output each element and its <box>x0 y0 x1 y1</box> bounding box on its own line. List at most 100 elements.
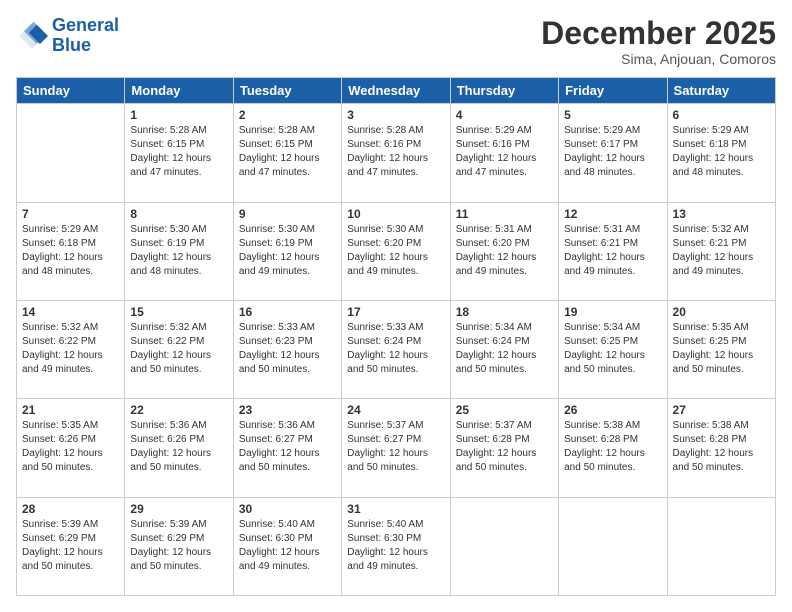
day-number: 9 <box>239 207 336 221</box>
table-row: 2Sunrise: 5:28 AMSunset: 6:15 PMDaylight… <box>233 104 341 202</box>
day-info-line: Daylight: 12 hours <box>347 350 428 361</box>
calendar-week-1: 1Sunrise: 5:28 AMSunset: 6:15 PMDaylight… <box>17 104 776 202</box>
day-info: Sunrise: 5:37 AMSunset: 6:27 PMDaylight:… <box>347 419 444 475</box>
day-info-line: Sunset: 6:24 PM <box>456 336 530 347</box>
table-row: 30Sunrise: 5:40 AMSunset: 6:30 PMDayligh… <box>233 497 341 595</box>
table-row <box>667 497 775 595</box>
day-info-line: Sunset: 6:28 PM <box>564 434 638 445</box>
day-info-line: Sunrise: 5:28 AM <box>239 125 315 136</box>
day-info-line: Sunset: 6:20 PM <box>347 238 421 249</box>
day-info: Sunrise: 5:36 AMSunset: 6:27 PMDaylight:… <box>239 419 336 475</box>
day-info-line: and 47 minutes. <box>239 167 310 178</box>
day-info: Sunrise: 5:32 AMSunset: 6:21 PMDaylight:… <box>673 223 770 279</box>
table-row <box>17 104 125 202</box>
day-info-line: Sunrise: 5:38 AM <box>673 420 749 431</box>
day-info-line: Daylight: 12 hours <box>347 153 428 164</box>
table-row: 7 Sunrise: 5:29 AMSunset: 6:18 PMDaylight… <box>17 202 125 300</box>
day-info-line: Daylight: 12 hours <box>673 350 754 361</box>
table-row: 29Sunrise: 5:39 AMSunset: 6:29 PMDayligh… <box>125 497 233 595</box>
day-info-line: Sunrise: 5:30 AM <box>347 224 423 235</box>
table-row: 9 Sunrise: 5:30 AMSunset: 6:19 PMDaylight… <box>233 202 341 300</box>
table-row: 15Sunrise: 5:32 AMSunset: 6:22 PMDayligh… <box>125 300 233 398</box>
day-info: Sunrise: 5:32 AMSunset: 6:22 PMDaylight:… <box>22 321 119 377</box>
day-info-line: Daylight: 12 hours <box>456 153 537 164</box>
day-number: 10 <box>347 207 444 221</box>
day-info-line: Daylight: 12 hours <box>456 448 537 459</box>
day-info-line: Sunrise: 5:37 AM <box>456 420 532 431</box>
day-number: 21 <box>22 403 119 417</box>
table-row: 10Sunrise: 5:30 AMSunset: 6:20 PMDayligh… <box>342 202 450 300</box>
day-info-line: Daylight: 12 hours <box>130 448 211 459</box>
day-info-line: Daylight: 12 hours <box>239 350 320 361</box>
header: General Blue December 2025 Sima, Anjouan… <box>16 16 776 67</box>
day-info-line: Daylight: 12 hours <box>22 350 103 361</box>
day-info-line: and 49 minutes. <box>22 364 93 375</box>
day-number: 17 <box>347 305 444 319</box>
day-info-line: Sunrise: 5:30 AM <box>130 224 206 235</box>
table-row: 24Sunrise: 5:37 AMSunset: 6:27 PMDayligh… <box>342 399 450 497</box>
day-info-line: Sunset: 6:29 PM <box>130 533 204 544</box>
day-info-line: Sunset: 6:16 PM <box>456 139 530 150</box>
table-row <box>559 497 667 595</box>
table-row: 14 Sunrise: 5:32 AMSunset: 6:22 PMDayligh… <box>17 300 125 398</box>
table-row: 4Sunrise: 5:29 AMSunset: 6:16 PMDaylight… <box>450 104 558 202</box>
day-info-line: Sunset: 6:27 PM <box>239 434 313 445</box>
day-number: 18 <box>456 305 553 319</box>
day-info-line: Sunrise: 5:40 AM <box>239 519 315 530</box>
day-info-line: and 50 minutes. <box>456 462 527 473</box>
day-info-line: Sunrise: 5:39 AM <box>22 519 98 530</box>
day-info-line: Sunset: 6:29 PM <box>22 533 96 544</box>
day-info-line: Daylight: 12 hours <box>130 252 211 263</box>
day-info-line: and 47 minutes. <box>456 167 527 178</box>
day-info-line: Daylight: 12 hours <box>564 448 645 459</box>
col-sunday: Sunday <box>17 78 125 104</box>
day-info: Sunrise: 5:29 AMSunset: 6:18 PMDaylight:… <box>22 223 119 279</box>
day-info-line: and 50 minutes. <box>456 364 527 375</box>
day-number: 7 <box>22 207 119 221</box>
day-info-line: and 49 minutes. <box>347 561 418 572</box>
day-number: 12 <box>564 207 661 221</box>
day-info: Sunrise: 5:28 AMSunset: 6:15 PMDaylight:… <box>239 124 336 180</box>
day-info-line: Daylight: 12 hours <box>22 448 103 459</box>
day-info-line: and 50 minutes. <box>347 364 418 375</box>
day-info-line: Sunset: 6:21 PM <box>673 238 747 249</box>
day-info: Sunrise: 5:30 AMSunset: 6:19 PMDaylight:… <box>239 223 336 279</box>
day-number: 13 <box>673 207 770 221</box>
day-info-line: Sunset: 6:22 PM <box>22 336 96 347</box>
day-info-line: Sunset: 6:26 PM <box>130 434 204 445</box>
table-row: 16Sunrise: 5:33 AMSunset: 6:23 PMDayligh… <box>233 300 341 398</box>
day-info: Sunrise: 5:37 AMSunset: 6:28 PMDaylight:… <box>456 419 553 475</box>
day-info-line: and 47 minutes. <box>347 167 418 178</box>
day-info-line: Sunrise: 5:34 AM <box>564 322 640 333</box>
day-info-line: Sunset: 6:25 PM <box>673 336 747 347</box>
day-info-line: Sunset: 6:24 PM <box>347 336 421 347</box>
title-block: December 2025 Sima, Anjouan, Comoros <box>541 16 776 67</box>
day-info-line: and 50 minutes. <box>130 462 201 473</box>
day-info-line: Sunrise: 5:37 AM <box>347 420 423 431</box>
day-number: 14 <box>22 305 119 319</box>
col-wednesday: Wednesday <box>342 78 450 104</box>
day-info-line: and 50 minutes. <box>130 364 201 375</box>
calendar-week-5: 28Sunrise: 5:39 AMSunset: 6:29 PMDayligh… <box>17 497 776 595</box>
day-info-line: Sunset: 6:25 PM <box>564 336 638 347</box>
day-info-line: and 50 minutes. <box>673 364 744 375</box>
day-info-line: Sunset: 6:20 PM <box>456 238 530 249</box>
day-info-line: Daylight: 12 hours <box>130 153 211 164</box>
col-tuesday: Tuesday <box>233 78 341 104</box>
day-info-line: Sunset: 6:28 PM <box>673 434 747 445</box>
day-info-line: Sunrise: 5:39 AM <box>130 519 206 530</box>
day-info-line: Sunset: 6:15 PM <box>130 139 204 150</box>
day-info-line: Daylight: 12 hours <box>239 153 320 164</box>
day-info-line: and 47 minutes. <box>130 167 201 178</box>
day-info-line: Sunset: 6:18 PM <box>22 238 96 249</box>
day-info-line: Sunrise: 5:31 AM <box>564 224 640 235</box>
day-number: 3 <box>347 108 444 122</box>
table-row <box>450 497 558 595</box>
calendar-table: Sunday Monday Tuesday Wednesday Thursday… <box>16 77 776 596</box>
day-info: Sunrise: 5:38 AMSunset: 6:28 PMDaylight:… <box>673 419 770 475</box>
table-row: 1Sunrise: 5:28 AMSunset: 6:15 PMDaylight… <box>125 104 233 202</box>
day-info-line: Daylight: 12 hours <box>239 547 320 558</box>
day-info-line: and 50 minutes. <box>347 462 418 473</box>
day-number: 5 <box>564 108 661 122</box>
day-number: 15 <box>130 305 227 319</box>
